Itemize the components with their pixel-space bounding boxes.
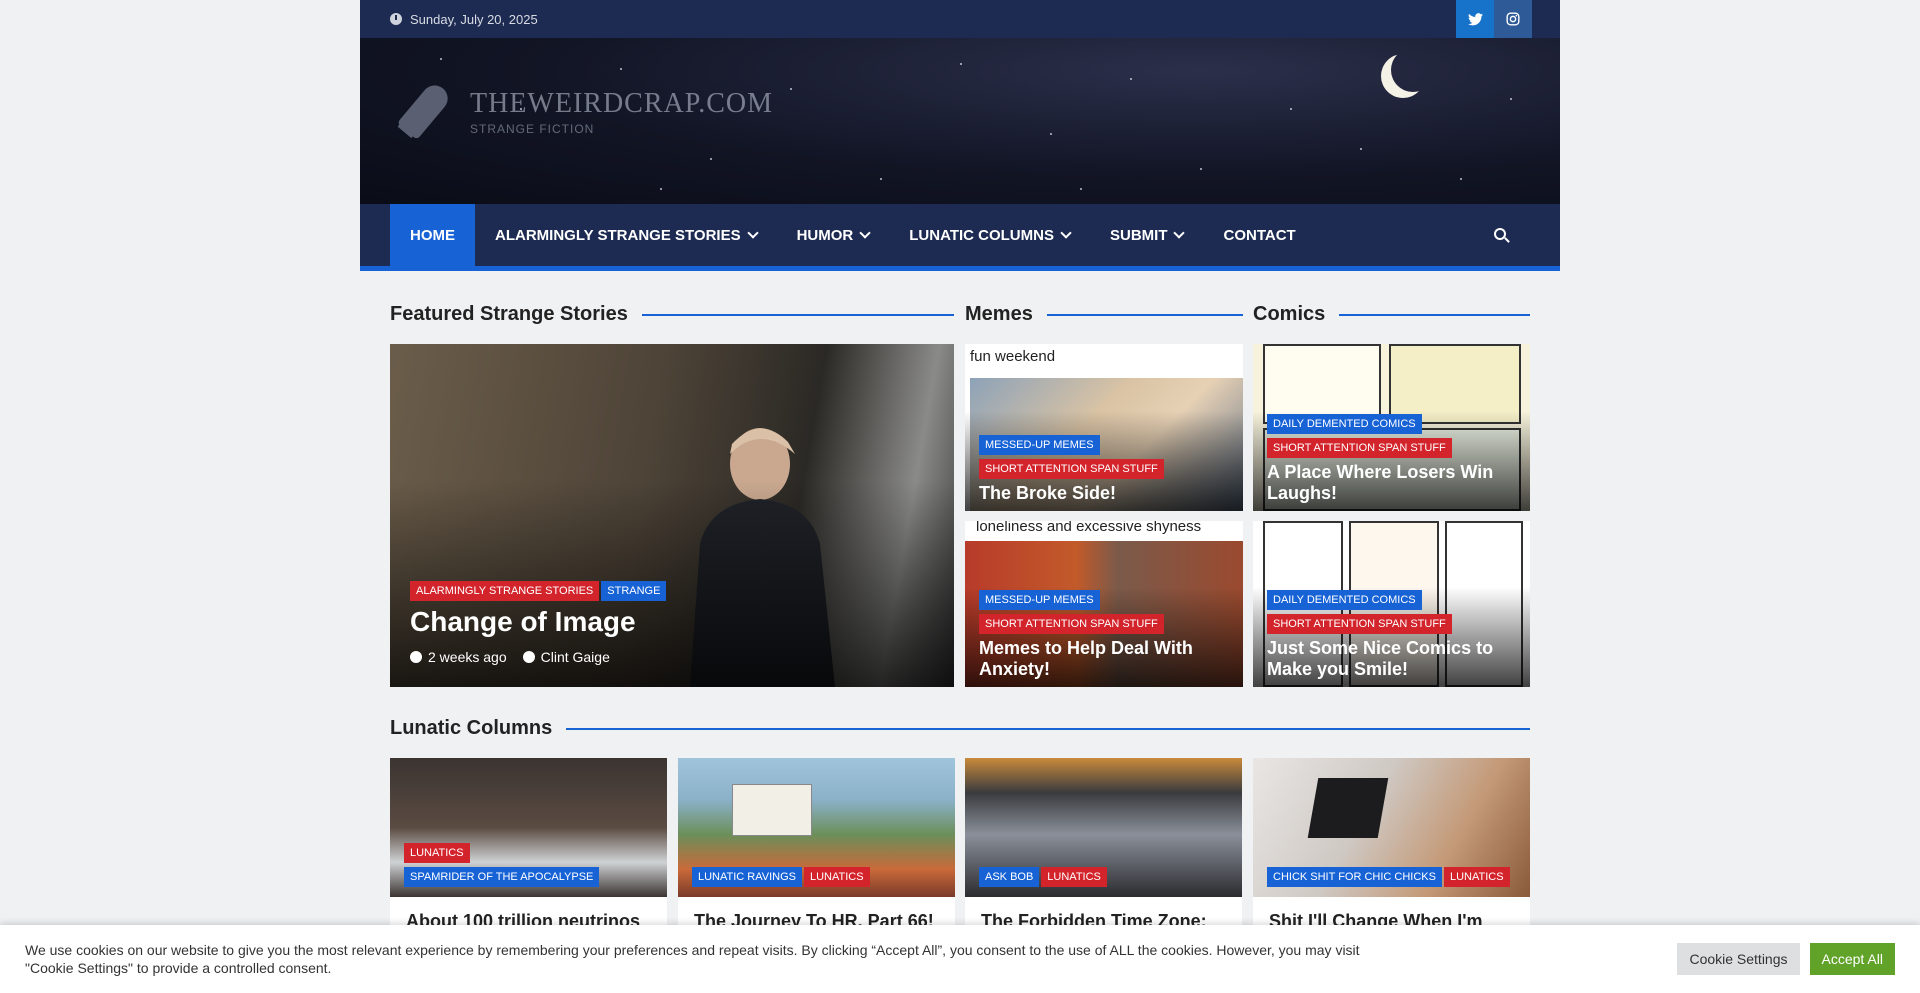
meme-caption: fun weekend [970,348,1056,365]
post-time: 2 weeks ago [410,649,507,665]
category-tag[interactable]: SHORT ATTENTION SPAN STUFF [979,613,1164,634]
laptop-image [1307,778,1389,838]
lunatic-image: CHICK SHIT FOR CHIC CHICKS LUNATICS [1253,758,1530,897]
nav-item-humor[interactable]: HUMOR [777,204,890,266]
category-tag[interactable]: LUNATICS [404,843,470,863]
date-display: Sunday, July 20, 2025 [390,12,538,27]
site-logo[interactable]: THEWEIRDCRAP.COM STRANGE FICTION [390,76,773,148]
category-tag[interactable]: SHORT ATTENTION SPAN STUFF [979,459,1164,480]
featured-story-card[interactable]: ALARMINGLY STRANGE STORIES STRANGE Change… [390,344,954,687]
category-tag[interactable]: DAILY DEMENTED COMICS [1267,413,1422,434]
comics-section-title: Comics [1253,303,1530,326]
site-title: THEWEIRDCRAP.COM [470,88,774,119]
category-tag[interactable]: CHICK SHIT FOR CHIC CHICKS [1267,867,1442,887]
category-tag[interactable]: LUNATICS [1041,867,1107,887]
lunatic-section-title: Lunatic Columns [390,717,1530,740]
site-header: THEWEIRDCRAP.COM STRANGE FICTION [360,38,1560,204]
nav-item-lunatic-columns[interactable]: LUNATIC COLUMNS [889,204,1090,266]
nav-item-alarmingly-strange-stories[interactable]: ALARMINGLY STRANGE STORIES [475,204,777,266]
main-nav: HOME ALARMINGLY STRANGE STORIES HUMOR LU… [360,204,1560,271]
chevron-down-icon [1173,227,1186,239]
featured-title[interactable]: Change of Image [410,605,938,639]
chevron-down-icon [1060,227,1072,239]
nav-item-home[interactable]: HOME [390,204,475,266]
category-tag[interactable]: LUNATIC RAVINGS [692,867,802,887]
clock-icon [390,13,402,25]
nav-item-contact[interactable]: CONTACT [1203,204,1315,266]
lunatic-image: LUNATICS SPAMRIDER OF THE APOCALYPSE [390,758,667,897]
category-tag[interactable]: ASK BOB [979,867,1040,887]
category-tag[interactable]: DAILY DEMENTED COMICS [1267,589,1422,610]
rocket-icon [390,76,462,148]
category-tag[interactable]: SHORT ATTENTION SPAN STUFF [1267,437,1452,458]
comic-card[interactable]: DAILY DEMENTED COMICS SHORT ATTENTION SP… [1253,521,1530,687]
category-tag[interactable]: LUNATICS [804,867,870,887]
chevron-down-icon [859,227,871,239]
search-icon[interactable] [1494,228,1510,244]
cookie-text: We use cookies on our website to give yo… [25,942,1360,976]
lunatic-image: LUNATIC RAVINGS LUNATICS [678,758,955,897]
moon-icon [1391,48,1435,92]
comic-title[interactable]: Just Some Nice Comics to Make you Smile! [1267,638,1514,681]
meme-caption: loneliness and excessive shyness [976,521,1202,535]
top-bar: Sunday, July 20, 2025 [360,0,1560,38]
post-author[interactable]: Clint Gaige [522,649,610,665]
meme-title[interactable]: Memes to Help Deal With Anxiety! [979,638,1227,681]
cookie-settings-button[interactable]: Cookie Settings [1677,943,1800,975]
category-tag[interactable]: ALARMINGLY STRANGE STORIES [410,581,600,602]
user-icon [522,651,535,663]
category-tag[interactable]: SPAMRIDER OF THE APOCALYPSE [404,867,600,887]
site-tagline: STRANGE FICTION [470,122,595,136]
meme-card[interactable]: fun weekend MESSED-UP MEMES SHORT ATTENT… [965,344,1243,511]
featured-section-title: Featured Strange Stories [390,303,954,326]
meme-card[interactable]: loneliness and excessive shyness MESSED-… [965,521,1243,687]
comic-title[interactable]: A Place Where Losers Win Laughs! [1267,462,1514,505]
social-links [1456,0,1532,38]
category-tag[interactable]: MESSED-UP MEMES [979,589,1100,610]
twitter-icon[interactable] [1456,0,1494,38]
category-tag[interactable]: LUNATICS [1443,867,1510,887]
accept-all-button[interactable]: Accept All [1809,943,1895,975]
sign-image [732,784,812,836]
clock-icon [410,651,422,663]
instagram-icon[interactable] [1494,0,1532,38]
memes-section-title: Memes [965,303,1243,326]
category-tag[interactable]: SHORT ATTENTION SPAN STUFF [1267,613,1452,634]
date-text: Sunday, July 20, 2025 [410,11,538,27]
lunatic-image: ASK BOB LUNATICS [965,758,1242,897]
category-tag[interactable]: STRANGE [601,581,667,602]
nav-item-submit[interactable]: SUBMIT [1090,204,1204,266]
cookie-banner: We use cookies on our website to give yo… [0,925,1920,993]
chevron-down-icon [746,227,759,239]
category-tag[interactable]: MESSED-UP MEMES [979,435,1100,456]
meme-title[interactable]: The Broke Side! [979,483,1227,505]
comic-card[interactable]: DAILY DEMENTED COMICS SHORT ATTENTION SP… [1253,344,1530,511]
page-wrapper: Sunday, July 20, 2025 THEWEIRDCRAP.COM S… [360,0,1560,993]
